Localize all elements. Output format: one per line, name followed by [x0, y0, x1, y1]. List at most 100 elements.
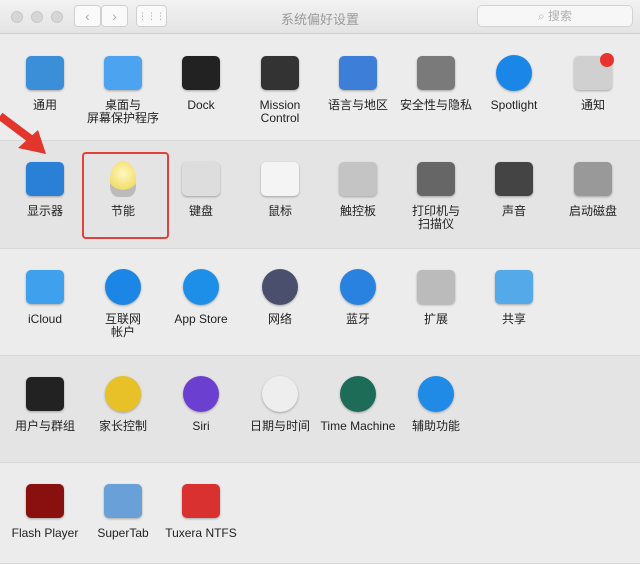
desktop-icon	[102, 53, 144, 93]
pref-item-label: 用户与群组	[14, 419, 75, 433]
pref-item[interactable]: 声音	[475, 159, 553, 218]
house-lock-icon	[415, 53, 457, 93]
keyboard-icon	[180, 159, 222, 199]
time-machine-icon	[337, 374, 379, 414]
search-placeholder: 搜索	[548, 9, 573, 23]
notifications-icon	[572, 53, 614, 93]
pref-item[interactable]: Flash Player	[6, 481, 84, 540]
folder-icon	[493, 267, 535, 307]
pref-item-label: Mission Control	[259, 98, 301, 125]
pref-item[interactable]: 启动磁盘	[554, 159, 632, 218]
pref-item-label: 共享	[501, 312, 526, 326]
accessibility-icon	[415, 374, 457, 414]
pref-item[interactable]: Dock	[162, 53, 240, 112]
pref-item-label: Flash Player	[11, 526, 79, 540]
pref-section: iCloud 互联网 帐户 App Store 网络 蓝牙 扩展 共享	[0, 249, 640, 356]
pref-item[interactable]: iCloud	[6, 267, 84, 326]
title-bar: ‹ › ⋮⋮⋮ 系统偏好设置 ⌕ 搜索	[0, 0, 640, 34]
tuxera-icon	[180, 481, 222, 521]
parental-icon	[102, 374, 144, 414]
pref-item-label: 桌面与 屏幕保护程序	[86, 98, 159, 125]
pref-item[interactable]: 共享	[475, 267, 553, 326]
pref-item-label: Dock	[187, 98, 215, 112]
highlight-box	[82, 152, 169, 239]
pref-item[interactable]: 蓝牙	[319, 267, 397, 326]
pref-item-label: Siri	[192, 419, 210, 433]
pref-item[interactable]: 家长控制	[84, 374, 162, 433]
pref-item-label: 辅助功能	[411, 419, 460, 433]
red-arrow-annotation	[0, 112, 46, 154]
pref-item-label: Time Machine	[320, 419, 396, 433]
cloud-icon	[24, 267, 66, 307]
pref-item[interactable]: 桌面与 屏幕保护程序	[84, 53, 162, 125]
pref-item-label: iCloud	[27, 312, 63, 326]
flash-icon	[24, 481, 66, 521]
display-icon	[24, 159, 66, 199]
pref-item[interactable]: 显示器	[6, 159, 84, 218]
pref-item[interactable]: 辅助功能	[397, 374, 475, 433]
pref-section: 通用 桌面与 屏幕保护程序 Dock Mission Control 语言与地区 安全性与…	[0, 35, 640, 141]
spotlight-icon	[493, 53, 535, 93]
disk-icon	[572, 159, 614, 199]
pref-item[interactable]: 通用	[6, 53, 84, 112]
pref-item-label: Tuxera NTFS	[165, 526, 237, 540]
pref-item-label: 键盘	[188, 204, 213, 218]
speaker-icon	[493, 159, 535, 199]
pref-item-label: 扩展	[423, 312, 448, 326]
pref-item[interactable]: 鼠标	[241, 159, 319, 218]
pref-item-label: 互联网 帐户	[104, 312, 141, 339]
globe-icon	[259, 267, 301, 307]
pref-item[interactable]: Tuxera NTFS	[162, 481, 240, 540]
pref-item-label: 鼠标	[267, 204, 292, 218]
pref-item[interactable]: 互联网 帐户	[84, 267, 162, 339]
pref-item[interactable]: 网络	[241, 267, 319, 326]
pref-item[interactable]: 键盘	[162, 159, 240, 218]
pref-item-label: 声音	[501, 204, 526, 218]
bluetooth-icon	[337, 267, 379, 307]
pref-item-label: 家长控制	[98, 419, 147, 433]
pref-item-label: 语言与地区	[327, 98, 388, 112]
pref-item[interactable]: Siri	[162, 374, 240, 433]
supertab-icon	[102, 481, 144, 521]
puzzle-icon	[415, 267, 457, 307]
siri-icon	[180, 374, 222, 414]
pref-item[interactable]: 打印机与 扫描仪	[397, 159, 475, 231]
users-icon	[24, 374, 66, 414]
pref-item-label: 显示器	[26, 204, 63, 218]
pref-item[interactable]: 通知	[554, 53, 632, 112]
pref-item[interactable]: Mission Control	[241, 53, 319, 125]
pref-item-label: 触控板	[339, 204, 376, 218]
pref-item[interactable]: 扩展	[397, 267, 475, 326]
pref-item-label: 日期与时间	[249, 419, 310, 433]
magnifier-icon: ⌕	[537, 9, 549, 23]
pref-item-label: 打印机与 扫描仪	[411, 204, 460, 231]
search-input[interactable]: ⌕ 搜索	[477, 5, 633, 27]
pref-item[interactable]: App Store	[162, 267, 240, 326]
at-icon	[102, 267, 144, 307]
mouse-icon	[259, 159, 301, 199]
pref-item-label: 蓝牙	[345, 312, 370, 326]
pref-item[interactable]: 语言与地区	[319, 53, 397, 112]
pref-item-label: 安全性与隐私	[399, 98, 472, 112]
flag-icon	[337, 53, 379, 93]
app-store-icon	[180, 267, 222, 307]
pref-item[interactable]: 安全性与隐私	[397, 53, 475, 112]
pref-item[interactable]: Time Machine	[319, 374, 397, 433]
pref-item-label: 启动磁盘	[568, 204, 617, 218]
pref-item[interactable]: SuperTab	[84, 481, 162, 540]
pref-item[interactable]: Spotlight	[475, 53, 553, 112]
printer-icon	[415, 159, 457, 199]
pref-item[interactable]: 用户与群组	[6, 374, 84, 433]
pref-item-label: SuperTab	[97, 526, 149, 540]
pref-item-label: 网络	[267, 312, 292, 326]
trackpad-icon	[337, 159, 379, 199]
pref-item-label: App Store	[174, 312, 228, 326]
pref-section: Flash Player SuperTab Tuxera NTFS	[0, 463, 640, 564]
pref-item[interactable]: 触控板	[319, 159, 397, 218]
mission-control-icon	[259, 53, 301, 93]
dock-icon	[180, 53, 222, 93]
pref-item[interactable]: 日期与时间	[241, 374, 319, 433]
general-icon	[24, 53, 66, 93]
clock-icon	[259, 374, 301, 414]
pref-item-label: 通知	[580, 98, 605, 112]
